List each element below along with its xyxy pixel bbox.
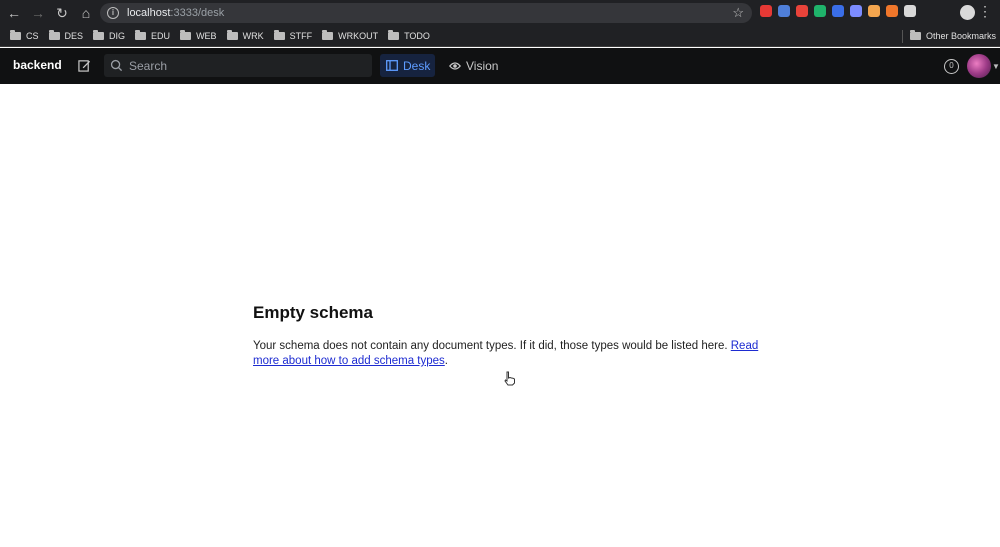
forward-arrow-icon[interactable]: → <box>28 3 48 23</box>
bookmark-folder[interactable]: DIG <box>93 30 126 41</box>
bookmark-label: EDU <box>151 31 171 41</box>
url-path: :3333/desk <box>170 7 225 19</box>
eye-icon <box>449 61 461 70</box>
tab-desk[interactable]: Desk <box>380 54 435 77</box>
bookmark-label: DIG <box>109 31 126 41</box>
bookmark-separator <box>902 30 903 43</box>
folder-icon <box>909 30 921 40</box>
search-input[interactable] <box>129 58 359 73</box>
bookmark-folder[interactable]: WEB <box>180 30 217 41</box>
folder-icon <box>273 30 285 40</box>
bookmarks-bar: CS DES DIG EDU WEB WRK STFF WRKOUT TODO Other Bo… <box>0 26 1000 47</box>
browser-profile-avatar[interactable] <box>960 5 975 20</box>
site-info-icon[interactable]: i <box>107 7 119 19</box>
search-icon <box>110 59 123 72</box>
folder-icon <box>322 30 334 40</box>
bookmark-star-icon[interactable]: ☆ <box>732 5 744 21</box>
bookmark-label: WRK <box>242 31 264 41</box>
tab-vision[interactable]: Vision <box>443 54 498 77</box>
folder-icon <box>135 30 147 40</box>
bookmark-label: CS <box>26 31 39 41</box>
extension-icon[interactable] <box>868 5 880 17</box>
bookmark-label: TODO <box>404 31 430 41</box>
folder-icon <box>180 30 192 40</box>
extension-icon[interactable] <box>760 5 772 17</box>
extension-icon[interactable] <box>850 5 862 17</box>
bookmark-label: STFF <box>289 31 313 41</box>
folder-icon <box>93 30 105 40</box>
extension-icon[interactable] <box>886 5 898 17</box>
hand-cursor-icon <box>504 371 515 386</box>
tab-desk-label: Desk <box>403 58 431 73</box>
message-trailing: . <box>444 355 448 367</box>
folder-icon <box>48 30 60 40</box>
studio-navbar: backend Desk Vision 0 ▼ <box>0 48 1000 84</box>
empty-schema-message: Your schema does not contain any documen… <box>253 339 773 369</box>
url-text[interactable]: localhost:3333/desk <box>127 7 224 19</box>
bookmark-folder[interactable]: STFF <box>273 30 313 41</box>
status-indicator[interactable]: 0 <box>944 59 959 74</box>
other-bookmarks-label: Other Bookmarks <box>925 31 996 41</box>
bookmark-folder[interactable]: DES <box>48 30 84 41</box>
compose-icon[interactable] <box>78 59 91 72</box>
chevron-down-icon[interactable]: ▼ <box>992 62 1000 71</box>
empty-schema-panel: Empty schema Your schema does not contai… <box>253 303 773 369</box>
extension-icon[interactable] <box>778 5 790 17</box>
extension-icon[interactable] <box>832 5 844 17</box>
other-bookmarks[interactable]: Other Bookmarks <box>909 30 996 41</box>
bookmark-label: WRKOUT <box>338 31 379 41</box>
folder-icon <box>226 30 238 40</box>
bookmark-label: WEB <box>196 31 217 41</box>
home-icon[interactable]: ⌂ <box>76 3 96 23</box>
extension-icon[interactable] <box>904 5 916 17</box>
user-avatar[interactable] <box>967 54 991 78</box>
back-arrow-icon[interactable]: ← <box>4 3 24 23</box>
search-box[interactable] <box>104 54 372 77</box>
message-text: Your schema does not contain any documen… <box>253 340 731 352</box>
folder-icon <box>10 30 21 40</box>
browser-toolbar: ← → ↻ ⌂ i localhost:3333/desk ☆ ⋮ <box>0 0 1000 26</box>
bookmark-folder[interactable]: CS <box>10 30 39 41</box>
desk-icon <box>386 60 398 71</box>
bookmark-folder[interactable]: TODO <box>388 30 430 41</box>
bookmark-folder[interactable]: WRK <box>226 30 264 41</box>
tab-vision-label: Vision <box>466 58 499 73</box>
folder-icon <box>388 30 400 40</box>
bookmark-folder[interactable]: WRKOUT <box>322 30 379 41</box>
browser-menu-icon[interactable]: ⋮ <box>978 3 992 20</box>
extension-icon[interactable] <box>796 5 808 17</box>
brand-title[interactable]: backend <box>13 58 62 72</box>
reload-icon[interactable]: ↻ <box>52 3 72 23</box>
url-host: localhost <box>127 7 171 19</box>
page-title: Empty schema <box>253 303 373 322</box>
extension-icon[interactable] <box>814 5 826 17</box>
address-bar[interactable]: i localhost:3333/desk ☆ <box>100 3 752 23</box>
bookmark-label: DES <box>64 31 84 41</box>
bookmark-folder[interactable]: EDU <box>135 30 171 41</box>
extensions-row <box>760 5 916 17</box>
